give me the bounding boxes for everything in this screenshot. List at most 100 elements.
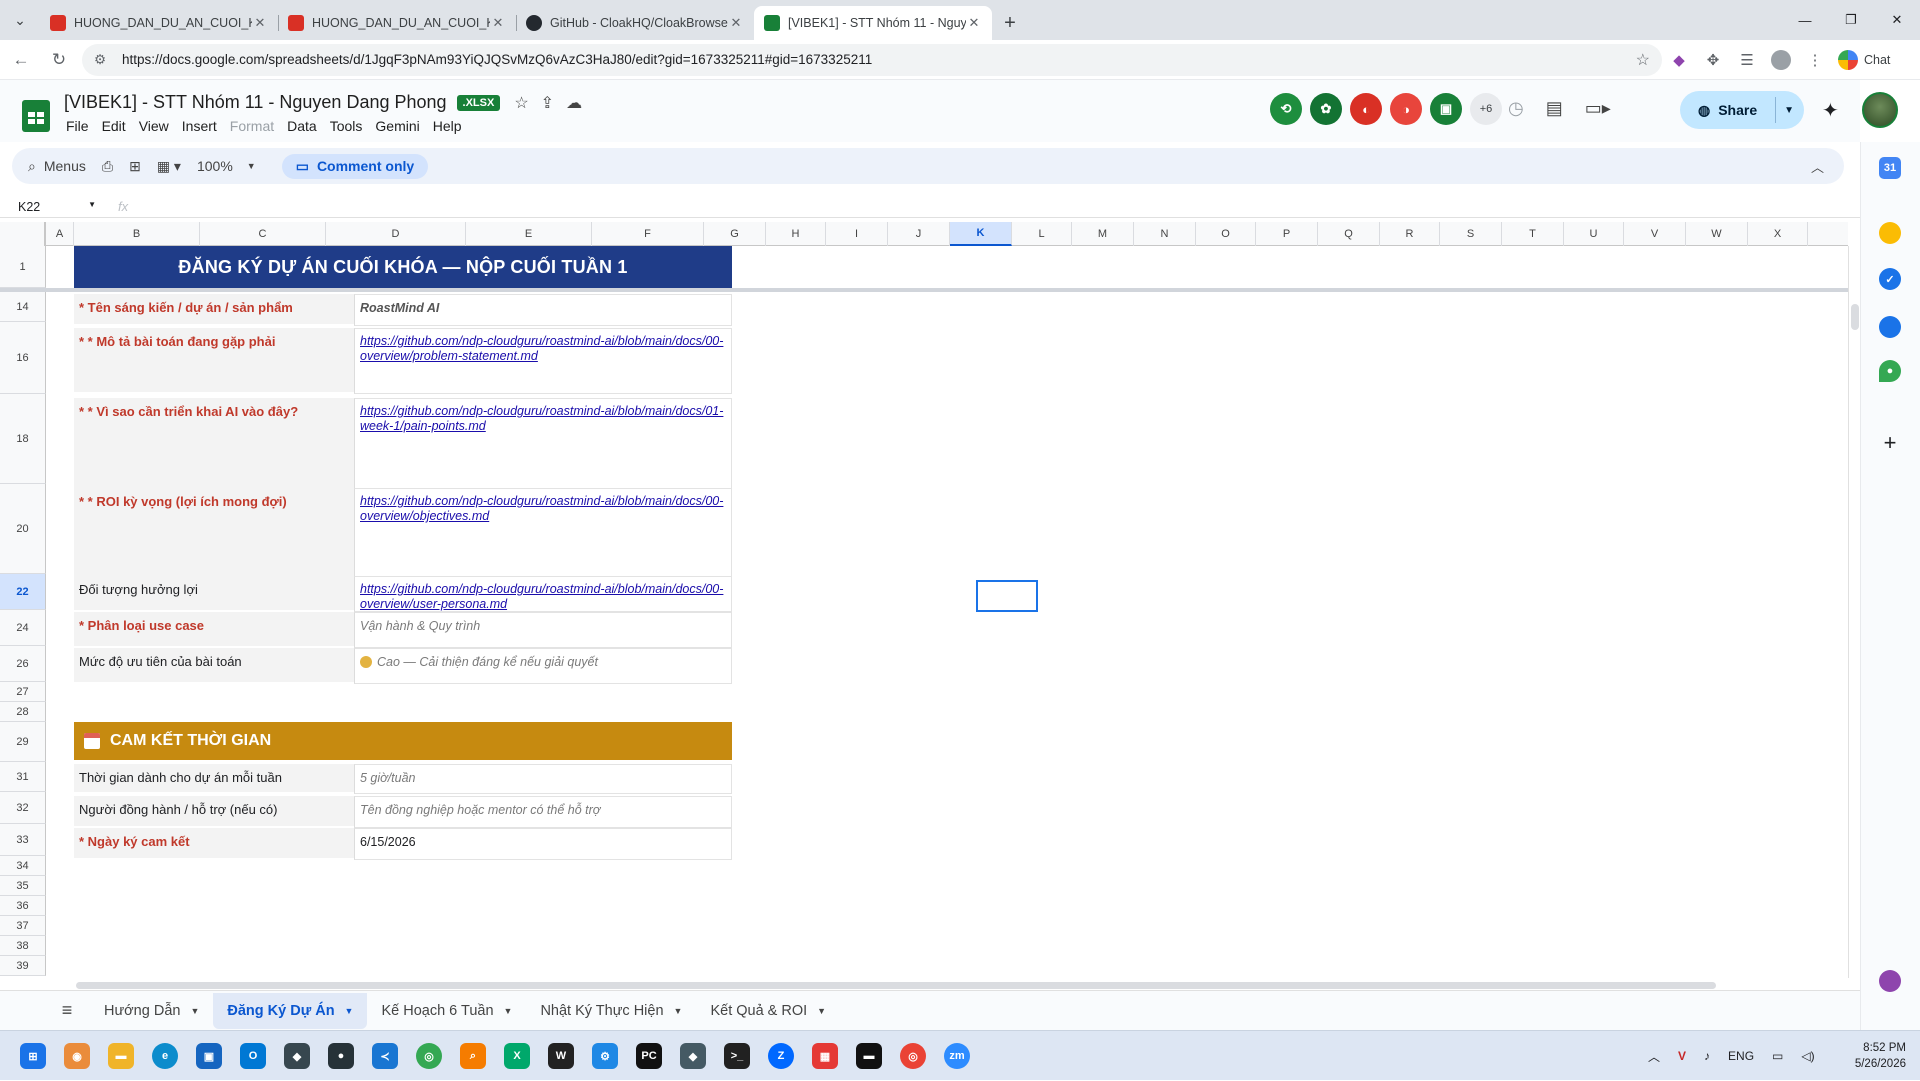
terminal-icon[interactable]: ▬ [856, 1043, 882, 1069]
copilot-icon[interactable]: ◉ [64, 1043, 90, 1069]
frozen-row-divider[interactable] [0, 288, 1848, 292]
close-tab-icon[interactable]: ✕ [728, 15, 744, 31]
add-comment-icon[interactable]: ⊞ [129, 158, 141, 175]
field-value-link[interactable]: https://github.com/ndp-cloudguru/roastmi… [354, 488, 732, 580]
row-header-1[interactable]: 1 [0, 246, 46, 288]
app-icon[interactable]: ⚙ [592, 1043, 618, 1069]
collaborator-avatar[interactable]: ✿ [1310, 93, 1342, 125]
sheet-tab-dang-ky-du-an[interactable]: Đăng Ký Dự Án ▼ [213, 992, 368, 1029]
more-collaborators-badge[interactable]: +6 [1470, 93, 1502, 125]
vscode-icon[interactable]: ≺ [372, 1043, 398, 1069]
print-icon[interactable]: ⎙ [102, 158, 113, 175]
column-header-u[interactable]: U [1564, 222, 1624, 246]
sheet-tab-ket-qua[interactable]: Kết Quả & ROI ▼ [696, 993, 840, 1029]
field-value[interactable]: 5 giờ/tuần [354, 764, 732, 794]
column-header-o[interactable]: O [1196, 222, 1256, 246]
column-header-l[interactable]: L [1012, 222, 1072, 246]
column-header-c[interactable]: C [200, 222, 326, 246]
menu-edit[interactable]: Edit [98, 118, 135, 134]
restore-icon[interactable]: ❐ [1828, 0, 1874, 40]
sheet-tab-huong-dan[interactable]: Hướng Dẫn ▼ [90, 993, 213, 1029]
commitment-section-header[interactable]: CAM KẾT THỜI GIAN [74, 722, 732, 760]
field-label[interactable]: * Ngày ký cam kết [74, 828, 354, 860]
cloud-status-icon[interactable]: ☁ [566, 93, 582, 113]
doc-title[interactable]: [VIBEK1] - STT Nhóm 11 - Nguyen Dang Pho… [64, 92, 447, 113]
horizontal-scrollbar[interactable] [74, 980, 1848, 990]
scroll-thumb[interactable] [1851, 304, 1859, 330]
row-header-20[interactable]: 20 [0, 484, 46, 574]
field-value[interactable]: Vận hành & Quy trình [354, 612, 732, 648]
row-header-27[interactable]: 27 [0, 682, 46, 702]
extensions-puzzle-icon[interactable]: ✥ [1696, 43, 1730, 77]
row-header-31[interactable]: 31 [0, 762, 46, 792]
collaborator-avatar[interactable]: ◑ [1390, 93, 1422, 125]
row-header-36[interactable]: 36 [0, 896, 46, 916]
scroll-thumb[interactable] [76, 982, 1716, 989]
all-sheets-icon[interactable]: ≡ [44, 1000, 90, 1021]
contacts-icon[interactable] [1879, 316, 1901, 338]
field-label[interactable]: * * Vì sao cần triển khai AI vào đây? [74, 398, 354, 490]
row-header-28[interactable]: 28 [0, 702, 46, 722]
column-header-n[interactable]: N [1134, 222, 1196, 246]
column-header-t[interactable]: T [1502, 222, 1564, 246]
browser-tab-4-active[interactable]: [VIBEK1] - STT Nhóm 11 - Nguyen ✕ [754, 6, 992, 40]
column-header-a[interactable]: A [46, 222, 74, 246]
sheets-logo-icon[interactable] [20, 100, 52, 132]
column-header-k[interactable]: K [950, 222, 1012, 246]
select-all-corner[interactable] [0, 222, 46, 246]
store-icon[interactable]: ▣ [196, 1043, 222, 1069]
bookmark-star-icon[interactable]: ☆ [1636, 50, 1650, 70]
tray-app-icon[interactable]: V [1678, 1049, 1686, 1063]
row-header-22[interactable]: 22 [0, 574, 46, 610]
column-header-m[interactable]: M [1072, 222, 1134, 246]
menu-format[interactable]: Format [226, 118, 283, 134]
reading-list-icon[interactable]: ☰ [1730, 43, 1764, 77]
search-menus-button[interactable]: ⌕ Menus [28, 158, 86, 175]
field-label[interactable]: Mức độ ưu tiên của bài toán [74, 648, 354, 684]
tab-search-chevron-icon[interactable]: ⌄ [0, 0, 40, 40]
profile-icon[interactable] [1764, 43, 1798, 77]
gemini-sparkle-icon[interactable]: ✦ [1822, 98, 1839, 123]
network-icon[interactable]: ▭ [1772, 1049, 1783, 1063]
row-header-37[interactable]: 37 [0, 916, 46, 936]
search-app-icon[interactable]: ⌕ [460, 1043, 486, 1069]
menu-data[interactable]: Data [283, 118, 326, 134]
edge-icon[interactable]: e [152, 1043, 178, 1069]
zoom-select[interactable]: 100% ▼ [197, 158, 256, 174]
chrome-profile-icon[interactable]: ◎ [900, 1043, 926, 1069]
outlook-icon[interactable]: O [240, 1043, 266, 1069]
app-icon[interactable]: W [548, 1043, 574, 1069]
version-history-icon[interactable]: ◷ [1508, 98, 1524, 119]
column-header-w[interactable]: W [1686, 222, 1748, 246]
comment-only-mode-button[interactable]: ▭ Comment only [281, 153, 429, 179]
column-header-s[interactable]: S [1440, 222, 1502, 246]
field-label[interactable]: * * Mô tả bài toán đang gặp phải [74, 328, 354, 394]
tray-overflow-icon[interactable]: ︿ [1648, 1048, 1660, 1065]
menu-file[interactable]: File [62, 118, 98, 134]
calendar-app-icon[interactable]: 31 [1879, 157, 1901, 179]
app-icon[interactable]: ◆ [680, 1043, 706, 1069]
row-header-35[interactable]: 35 [0, 876, 46, 896]
spreadsheet-grid[interactable]: ABCDEFGHIJKLMNOPQRSTUVWX 1 14 16 18 20 22 24 26… [0, 222, 1848, 978]
maps-icon[interactable]: ● [1879, 360, 1901, 382]
browser-tab-2[interactable]: HUONG_DAN_DU_AN_CUOI_KHOA ✕ [278, 6, 516, 40]
collaborator-avatar[interactable]: ◐ [1350, 93, 1382, 125]
row-header-38[interactable]: 38 [0, 936, 46, 956]
field-label[interactable]: Người đồng hành / hỗ trợ (nếu có) [74, 796, 354, 828]
column-header-f[interactable]: F [592, 222, 704, 246]
column-header-d[interactable]: D [326, 222, 466, 246]
extension-icon[interactable]: ◆ [1662, 43, 1696, 77]
row-header-34[interactable]: 34 [0, 856, 46, 876]
row-header-26[interactable]: 26 [0, 646, 46, 682]
column-header-p[interactable]: P [1256, 222, 1318, 246]
column-header-i[interactable]: I [826, 222, 888, 246]
language-indicator[interactable]: ENG [1728, 1049, 1754, 1063]
row-header-24[interactable]: 24 [0, 610, 46, 646]
column-header-b[interactable]: B [74, 222, 200, 246]
chevron-down-icon[interactable]: ▼ [674, 1006, 683, 1016]
selected-cell-k22[interactable] [976, 580, 1038, 612]
row-header-33[interactable]: 33 [0, 824, 46, 856]
omnibox[interactable]: ⚙ https://docs.google.com/spreadsheets/d… [82, 43, 1662, 76]
chrome-icon[interactable]: ◎ [416, 1043, 442, 1069]
field-value[interactable]: RoastMind AI [354, 294, 732, 326]
